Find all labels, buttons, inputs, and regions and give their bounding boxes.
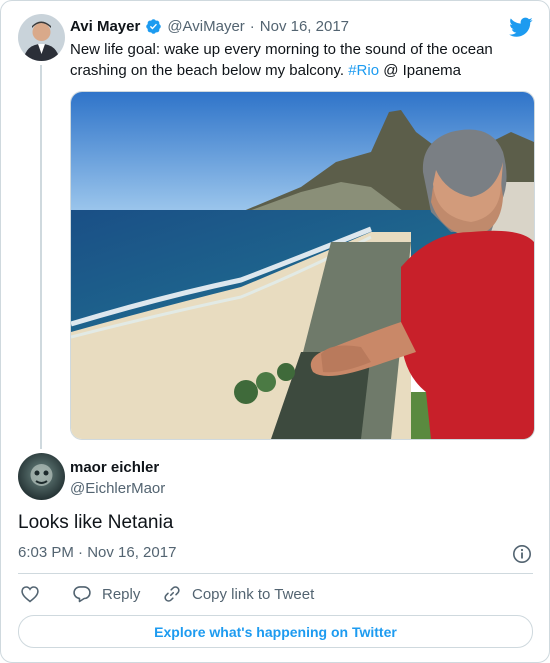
like-button[interactable] (20, 584, 40, 604)
author-display-name[interactable]: Avi Mayer (70, 18, 140, 35)
thread-connector-line (40, 65, 42, 449)
reply-text: Looks like Netania (18, 512, 174, 533)
tweet-text: New life goal: wake up every morning to … (70, 39, 510, 81)
hashtag-link[interactable]: #Rio (348, 62, 379, 79)
tweet-date[interactable]: Nov 16, 2017 (260, 18, 349, 35)
actions-divider (18, 573, 533, 574)
author-handle[interactable]: @AviMayer (167, 18, 244, 35)
replier-handle[interactable]: @EichlerMaor (70, 480, 165, 497)
reply-button[interactable]: Reply (72, 584, 140, 604)
tweet-embed-card: Avi Mayer @AviMayer · Nov 16, 2017 New l… (0, 0, 550, 663)
tweet-photo[interactable] (70, 91, 535, 440)
link-icon (162, 584, 182, 604)
verified-badge-icon (145, 18, 162, 35)
reply-button-label: Reply (102, 585, 141, 603)
replier-avatar[interactable] (18, 453, 65, 500)
date-separator: · (249, 17, 255, 35)
heart-icon (20, 584, 40, 604)
reply-timestamp[interactable]: 6:03 PM · Nov 16, 2017 (18, 544, 176, 561)
tweet-location: @ Ipanema (379, 62, 462, 79)
reply-bubble-icon (72, 584, 92, 604)
copy-link-label: Copy link to Tweet (192, 585, 315, 603)
info-icon[interactable] (512, 544, 532, 569)
author-avatar[interactable] (18, 14, 65, 61)
copy-link-button[interactable]: Copy link to Tweet (162, 584, 314, 604)
replier-display-name[interactable]: maor eichler (70, 459, 159, 476)
explore-twitter-button[interactable]: Explore what's happening on Twitter (18, 615, 533, 648)
twitter-bird-icon[interactable] (509, 15, 533, 44)
explore-label: Explore what's happening on Twitter (154, 623, 397, 640)
